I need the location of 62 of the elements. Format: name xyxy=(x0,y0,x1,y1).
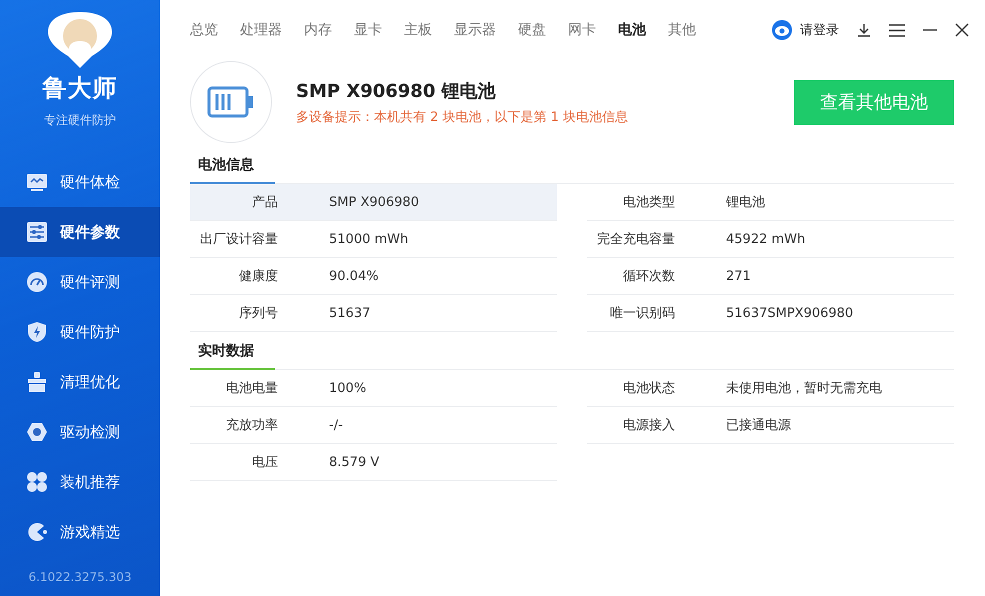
tab[interactable]: 显卡 xyxy=(354,21,382,39)
menu-icon[interactable] xyxy=(889,24,905,36)
sidebar-item[interactable]: 硬件体检 xyxy=(0,157,160,207)
field-label: 完全充电容量 xyxy=(596,231,675,248)
field-label: 健康度 xyxy=(238,268,278,285)
field-label: 唯一识别码 xyxy=(609,305,675,322)
field-value: 未使用电池，暂时无需充电 xyxy=(726,380,882,397)
field-label: 电源接入 xyxy=(622,417,675,434)
device-name: SMP X906980 锂电池 xyxy=(296,80,497,102)
field-value: 90.04% xyxy=(329,268,379,284)
battery-icon xyxy=(207,86,255,118)
sidebar-item[interactable]: 清理优化 xyxy=(0,357,160,407)
tab[interactable]: 硬盘 xyxy=(518,21,546,39)
tab[interactable]: 内存 xyxy=(304,21,332,39)
monitor-icon xyxy=(26,171,48,193)
field-label: 产品 xyxy=(251,194,278,211)
sidebar-item[interactable]: 硬件防护 xyxy=(0,307,160,357)
sidebar-item[interactable]: 硬件参数 xyxy=(0,207,160,257)
field-value: 锂电池 xyxy=(726,194,765,211)
field-value: 已接通电源 xyxy=(726,417,791,434)
minimize-icon[interactable] xyxy=(923,29,937,31)
field-value: -/- xyxy=(329,418,343,432)
gauge-icon xyxy=(26,271,48,293)
brand-name: 鲁大师 xyxy=(42,73,118,104)
tab[interactable]: 网卡 xyxy=(568,21,596,39)
sidebar-item[interactable]: 装机推荐 xyxy=(0,457,160,507)
field-label: 循环次数 xyxy=(622,268,675,285)
login-link[interactable]: 请登录 xyxy=(772,20,839,40)
tab[interactable]: 其他 xyxy=(668,21,696,39)
clover-icon xyxy=(26,471,48,493)
download-icon[interactable] xyxy=(857,23,871,37)
sidebar-item[interactable]: 驱动检测 xyxy=(0,407,160,457)
notice-text: 多设备提示：本机共有 2 块电池，以下是第 1 块电池信息 xyxy=(296,108,628,126)
field-value: 100% xyxy=(329,380,366,396)
sidebar-item[interactable]: 游戏精选 xyxy=(0,507,160,557)
field-value: 51000 mWh xyxy=(329,232,408,246)
field-value: 51637SMPX906980 xyxy=(726,306,854,320)
field-label: 充放功率 xyxy=(225,417,278,434)
game-icon xyxy=(26,521,48,543)
field-value: 271 xyxy=(726,268,751,284)
sliders-icon xyxy=(26,221,48,243)
nut-icon xyxy=(26,421,48,443)
close-icon[interactable] xyxy=(955,23,969,37)
field-label: 电压 xyxy=(251,454,278,471)
field-label: 序列号 xyxy=(238,305,278,322)
field-label: 电池电量 xyxy=(225,380,278,397)
tab[interactable]: 总览 xyxy=(190,21,218,39)
tab[interactable]: 电池 xyxy=(618,21,646,39)
tab[interactable]: 显示器 xyxy=(454,21,496,39)
sidebar-item[interactable]: 硬件评测 xyxy=(0,257,160,307)
field-value: SMP X906980 xyxy=(329,194,419,210)
version-label: 6.1022.3275.303 xyxy=(28,570,132,584)
slogan: 专注硬件防护 xyxy=(44,112,116,129)
field-label: 出厂设计容量 xyxy=(199,231,278,248)
tab[interactable]: 处理器 xyxy=(240,21,282,39)
tab[interactable]: 主板 xyxy=(404,21,432,39)
field-label: 电池状态 xyxy=(622,380,675,397)
field-value: 51637 xyxy=(329,306,370,320)
field-label: 电池类型 xyxy=(622,194,675,211)
field-value: 8.579 V xyxy=(329,454,380,470)
field-value: 45922 mWh xyxy=(726,232,806,246)
shield-icon xyxy=(26,321,48,343)
